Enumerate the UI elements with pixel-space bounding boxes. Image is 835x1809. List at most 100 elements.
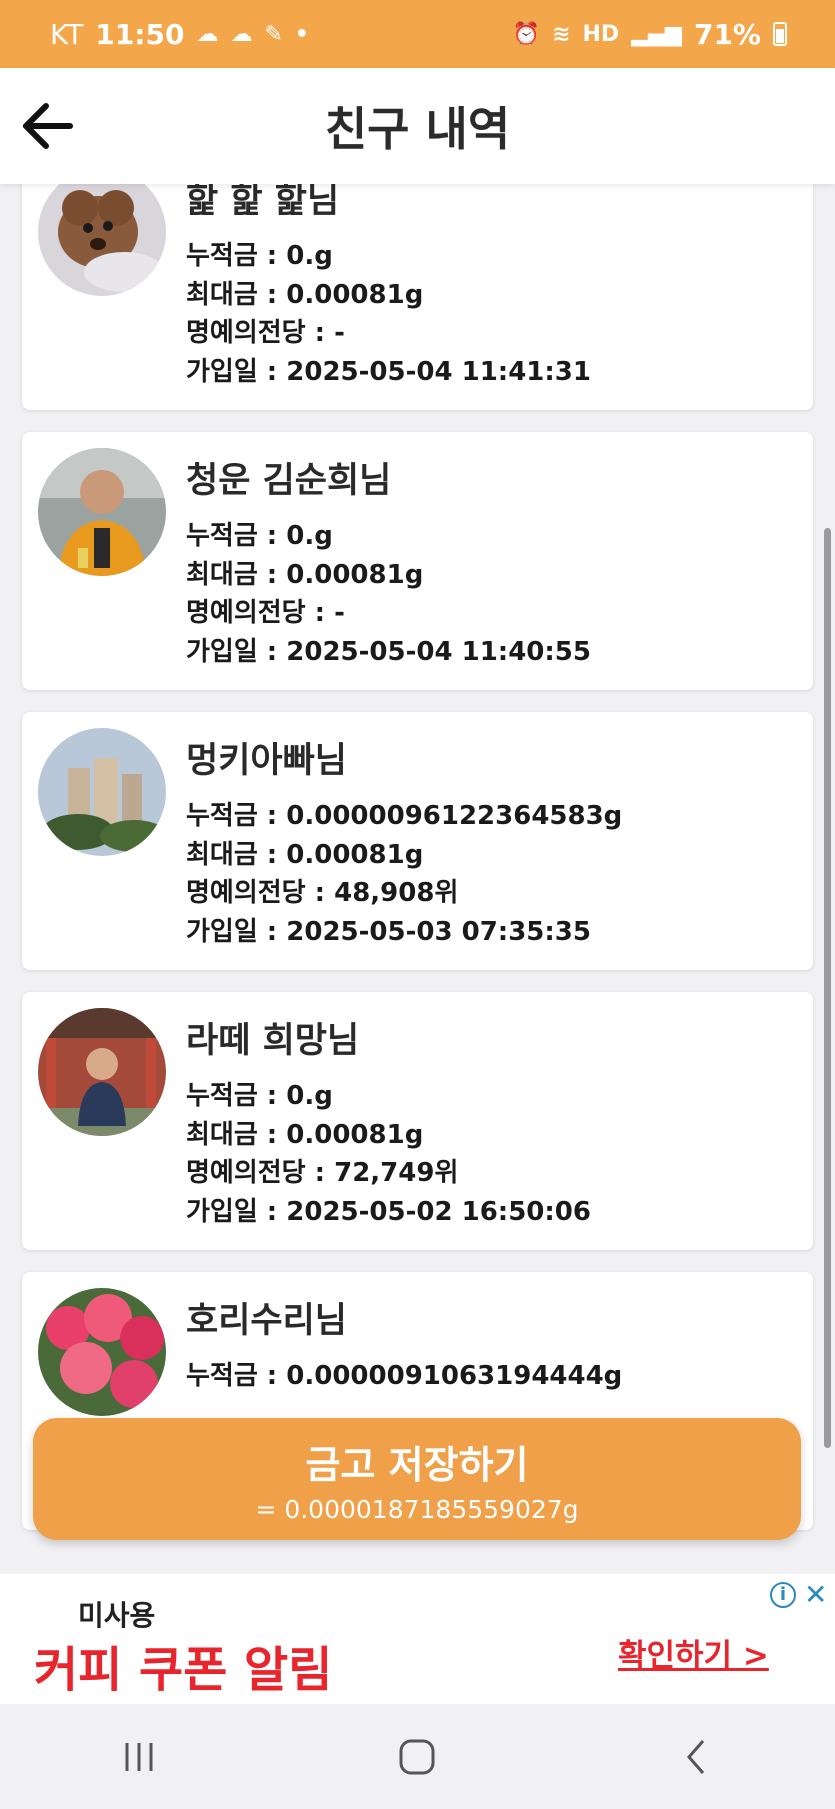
- more-notifications-icon: •: [294, 21, 309, 47]
- accumulated-label: 누적금 :: [186, 1361, 287, 1391]
- page-title: 친구 내역: [324, 102, 511, 156]
- avatar: [38, 184, 166, 296]
- max-label: 최대금 :: [186, 279, 287, 310]
- accumulated-label: 누적금 :: [186, 521, 287, 551]
- joined-label: 가입일 :: [186, 1196, 287, 1227]
- joined-label: 가입일 :: [186, 356, 287, 387]
- battery-icon: [773, 22, 787, 46]
- ad-subtitle: 미사용: [78, 1599, 156, 1632]
- hall-of-fame-line: 명예의전당 : 72,749위: [186, 1154, 591, 1193]
- friend-info: 라떼 희망님 누적금 : 0.g 최대금 : 0.00081g 명예의전당 : …: [186, 1008, 591, 1231]
- friend-name: 청운 김순희님: [186, 461, 392, 501]
- apartment-photo: [38, 728, 166, 856]
- avatar: [38, 448, 166, 576]
- ad-cta-link[interactable]: 확인하기 >: [618, 1630, 769, 1675]
- accumulated-value: 0.0000091063194444g: [286, 1361, 623, 1391]
- save-button-amount: = 0.0000187185559027g: [255, 1495, 579, 1524]
- hall-of-fame-line: 명예의전당 : 48,908위: [186, 874, 622, 913]
- back-button[interactable]: [18, 96, 78, 156]
- joined-line: 가입일 : 2025-05-04 11:41:31: [186, 353, 591, 392]
- hall-of-fame-label: 명예의전당 :: [186, 598, 335, 628]
- ad-banner[interactable]: 미사용 커피 쿠폰 알림 확인하기 > i ✕: [0, 1574, 835, 1704]
- max-label: 최대금 :: [186, 839, 287, 870]
- home-icon: [399, 1739, 435, 1774]
- max-line: 최대금 : 0.00081g: [186, 1116, 591, 1155]
- accumulated-line: 누적금 : 0.0000091063194444g: [186, 1357, 622, 1396]
- friend-info: 핥 핥 핥님 누적금 : 0.g 최대금 : 0.00081g 명예의전당 : …: [186, 184, 591, 391]
- avatar: [38, 1008, 166, 1136]
- friend-name: 라떼 희망님: [186, 1021, 360, 1061]
- close-icon[interactable]: ✕: [804, 1578, 827, 1611]
- person-photo: [38, 1008, 166, 1136]
- friend-list[interactable]: 핥 핥 핥님 누적금 : 0.g 최대금 : 0.00081g 명예의전당 : …: [0, 184, 835, 1574]
- hall-of-fame-label: 명예의전당 :: [186, 878, 335, 908]
- joined-value: 2025-05-03 07:35:35: [286, 916, 591, 947]
- hall-of-fame-value: -: [334, 318, 345, 348]
- friend-info: 청운 김순희님 누적금 : 0.g 최대금 : 0.00081g 명예의전당 :…: [186, 448, 591, 671]
- max-line: 최대금 : 0.00081g: [186, 556, 591, 595]
- signal-icon: ▂▄▆: [631, 21, 682, 47]
- max-label: 최대금 :: [186, 1119, 287, 1150]
- status-left: KT 11:50 ☁ ☁ ✎ •: [50, 18, 309, 51]
- friend-name: 핥 핥 핥님: [186, 184, 340, 221]
- max-value: 0.00081g: [286, 839, 424, 870]
- save-button-label: 금고 저장하기: [305, 1443, 529, 1487]
- accumulated-value: 0.g: [286, 241, 333, 271]
- person-photo: [38, 448, 166, 576]
- friend-name: 호리수리님: [186, 1301, 348, 1341]
- max-value: 0.00081g: [286, 1119, 424, 1150]
- friend-card[interactable]: 라떼 희망님 누적금 : 0.g 최대금 : 0.00081g 명예의전당 : …: [22, 992, 813, 1250]
- joined-value: 2025-05-04 11:41:31: [286, 356, 591, 387]
- friend-card[interactable]: 청운 김순희님 누적금 : 0.g 최대금 : 0.00081g 명예의전당 :…: [22, 432, 813, 690]
- joined-line: 가입일 : 2025-05-03 07:35:35: [186, 913, 622, 952]
- hall-of-fame-label: 명예의전당 :: [186, 318, 335, 348]
- info-icon[interactable]: i: [770, 1582, 796, 1608]
- accumulated-label: 누적금 :: [186, 241, 287, 271]
- back-nav-button[interactable]: [656, 1727, 736, 1787]
- accumulated-line: 누적금 : 0.g: [186, 237, 591, 276]
- hall-of-fame-value: 72,749위: [334, 1158, 459, 1188]
- arrow-left-icon: [23, 103, 73, 149]
- accumulated-line: 누적금 : 0.g: [186, 1077, 591, 1116]
- wifi-icon: ≋: [552, 21, 571, 47]
- joined-value: 2025-05-02 16:50:06: [286, 1196, 591, 1227]
- hall-of-fame-label: 명예의전당 :: [186, 1158, 335, 1188]
- clock: 11:50: [95, 17, 185, 51]
- scrollbar[interactable]: [824, 528, 831, 1448]
- max-line: 최대금 : 0.00081g: [186, 836, 622, 875]
- recent-apps-icon: [125, 1742, 153, 1771]
- system-nav-bar: [0, 1704, 835, 1809]
- hall-of-fame-line: 명예의전당 : -: [186, 594, 591, 633]
- home-button[interactable]: [377, 1727, 457, 1787]
- flower-photo: [38, 1288, 166, 1416]
- hall-of-fame-value: -: [334, 598, 345, 628]
- avatar: [38, 1288, 166, 1416]
- max-label: 최대금 :: [186, 559, 287, 590]
- chevron-left-icon: [686, 1739, 704, 1774]
- save-to-vault-button[interactable]: 금고 저장하기 = 0.0000187185559027g: [33, 1418, 801, 1540]
- joined-label: 가입일 :: [186, 636, 287, 667]
- friend-card[interactable]: 핥 핥 핥님 누적금 : 0.g 최대금 : 0.00081g 명예의전당 : …: [22, 184, 813, 410]
- accumulated-label: 누적금 :: [186, 1081, 287, 1111]
- recent-apps-button[interactable]: [99, 1727, 179, 1787]
- accumulated-line: 누적금 : 0.g: [186, 517, 591, 556]
- app-header: 친구 내역: [0, 68, 835, 184]
- accumulated-value: 0.g: [286, 1081, 333, 1111]
- screen: KT 11:50 ☁ ☁ ✎ • ⏰ ≋ HD ▂▄▆ 71% 친구 내역 핥 …: [0, 0, 835, 1809]
- hall-of-fame-value: 48,908위: [334, 878, 459, 908]
- joined-line: 가입일 : 2025-05-04 11:40:55: [186, 633, 591, 672]
- notification-icon: ✎: [264, 21, 283, 47]
- friend-info: 호리수리님 누적금 : 0.0000091063194444g: [186, 1288, 622, 1396]
- accumulated-label: 누적금 :: [186, 801, 287, 831]
- max-value: 0.00081g: [286, 279, 424, 310]
- status-right: ⏰ ≋ HD ▂▄▆ 71%: [513, 18, 787, 51]
- cloud-icon: ☁: [230, 21, 253, 47]
- friend-name: 멍키아빠님: [186, 741, 348, 781]
- accumulated-value: 0.0000096122364583g: [286, 801, 623, 831]
- hall-of-fame-line: 명예의전당 : -: [186, 314, 591, 353]
- hd-icon: HD: [582, 21, 620, 47]
- avatar: [38, 728, 166, 856]
- friend-card[interactable]: 멍키아빠님 누적금 : 0.0000096122364583g 최대금 : 0.…: [22, 712, 813, 970]
- alarm-icon: ⏰: [512, 21, 541, 47]
- status-bar: KT 11:50 ☁ ☁ ✎ • ⏰ ≋ HD ▂▄▆ 71%: [0, 0, 835, 68]
